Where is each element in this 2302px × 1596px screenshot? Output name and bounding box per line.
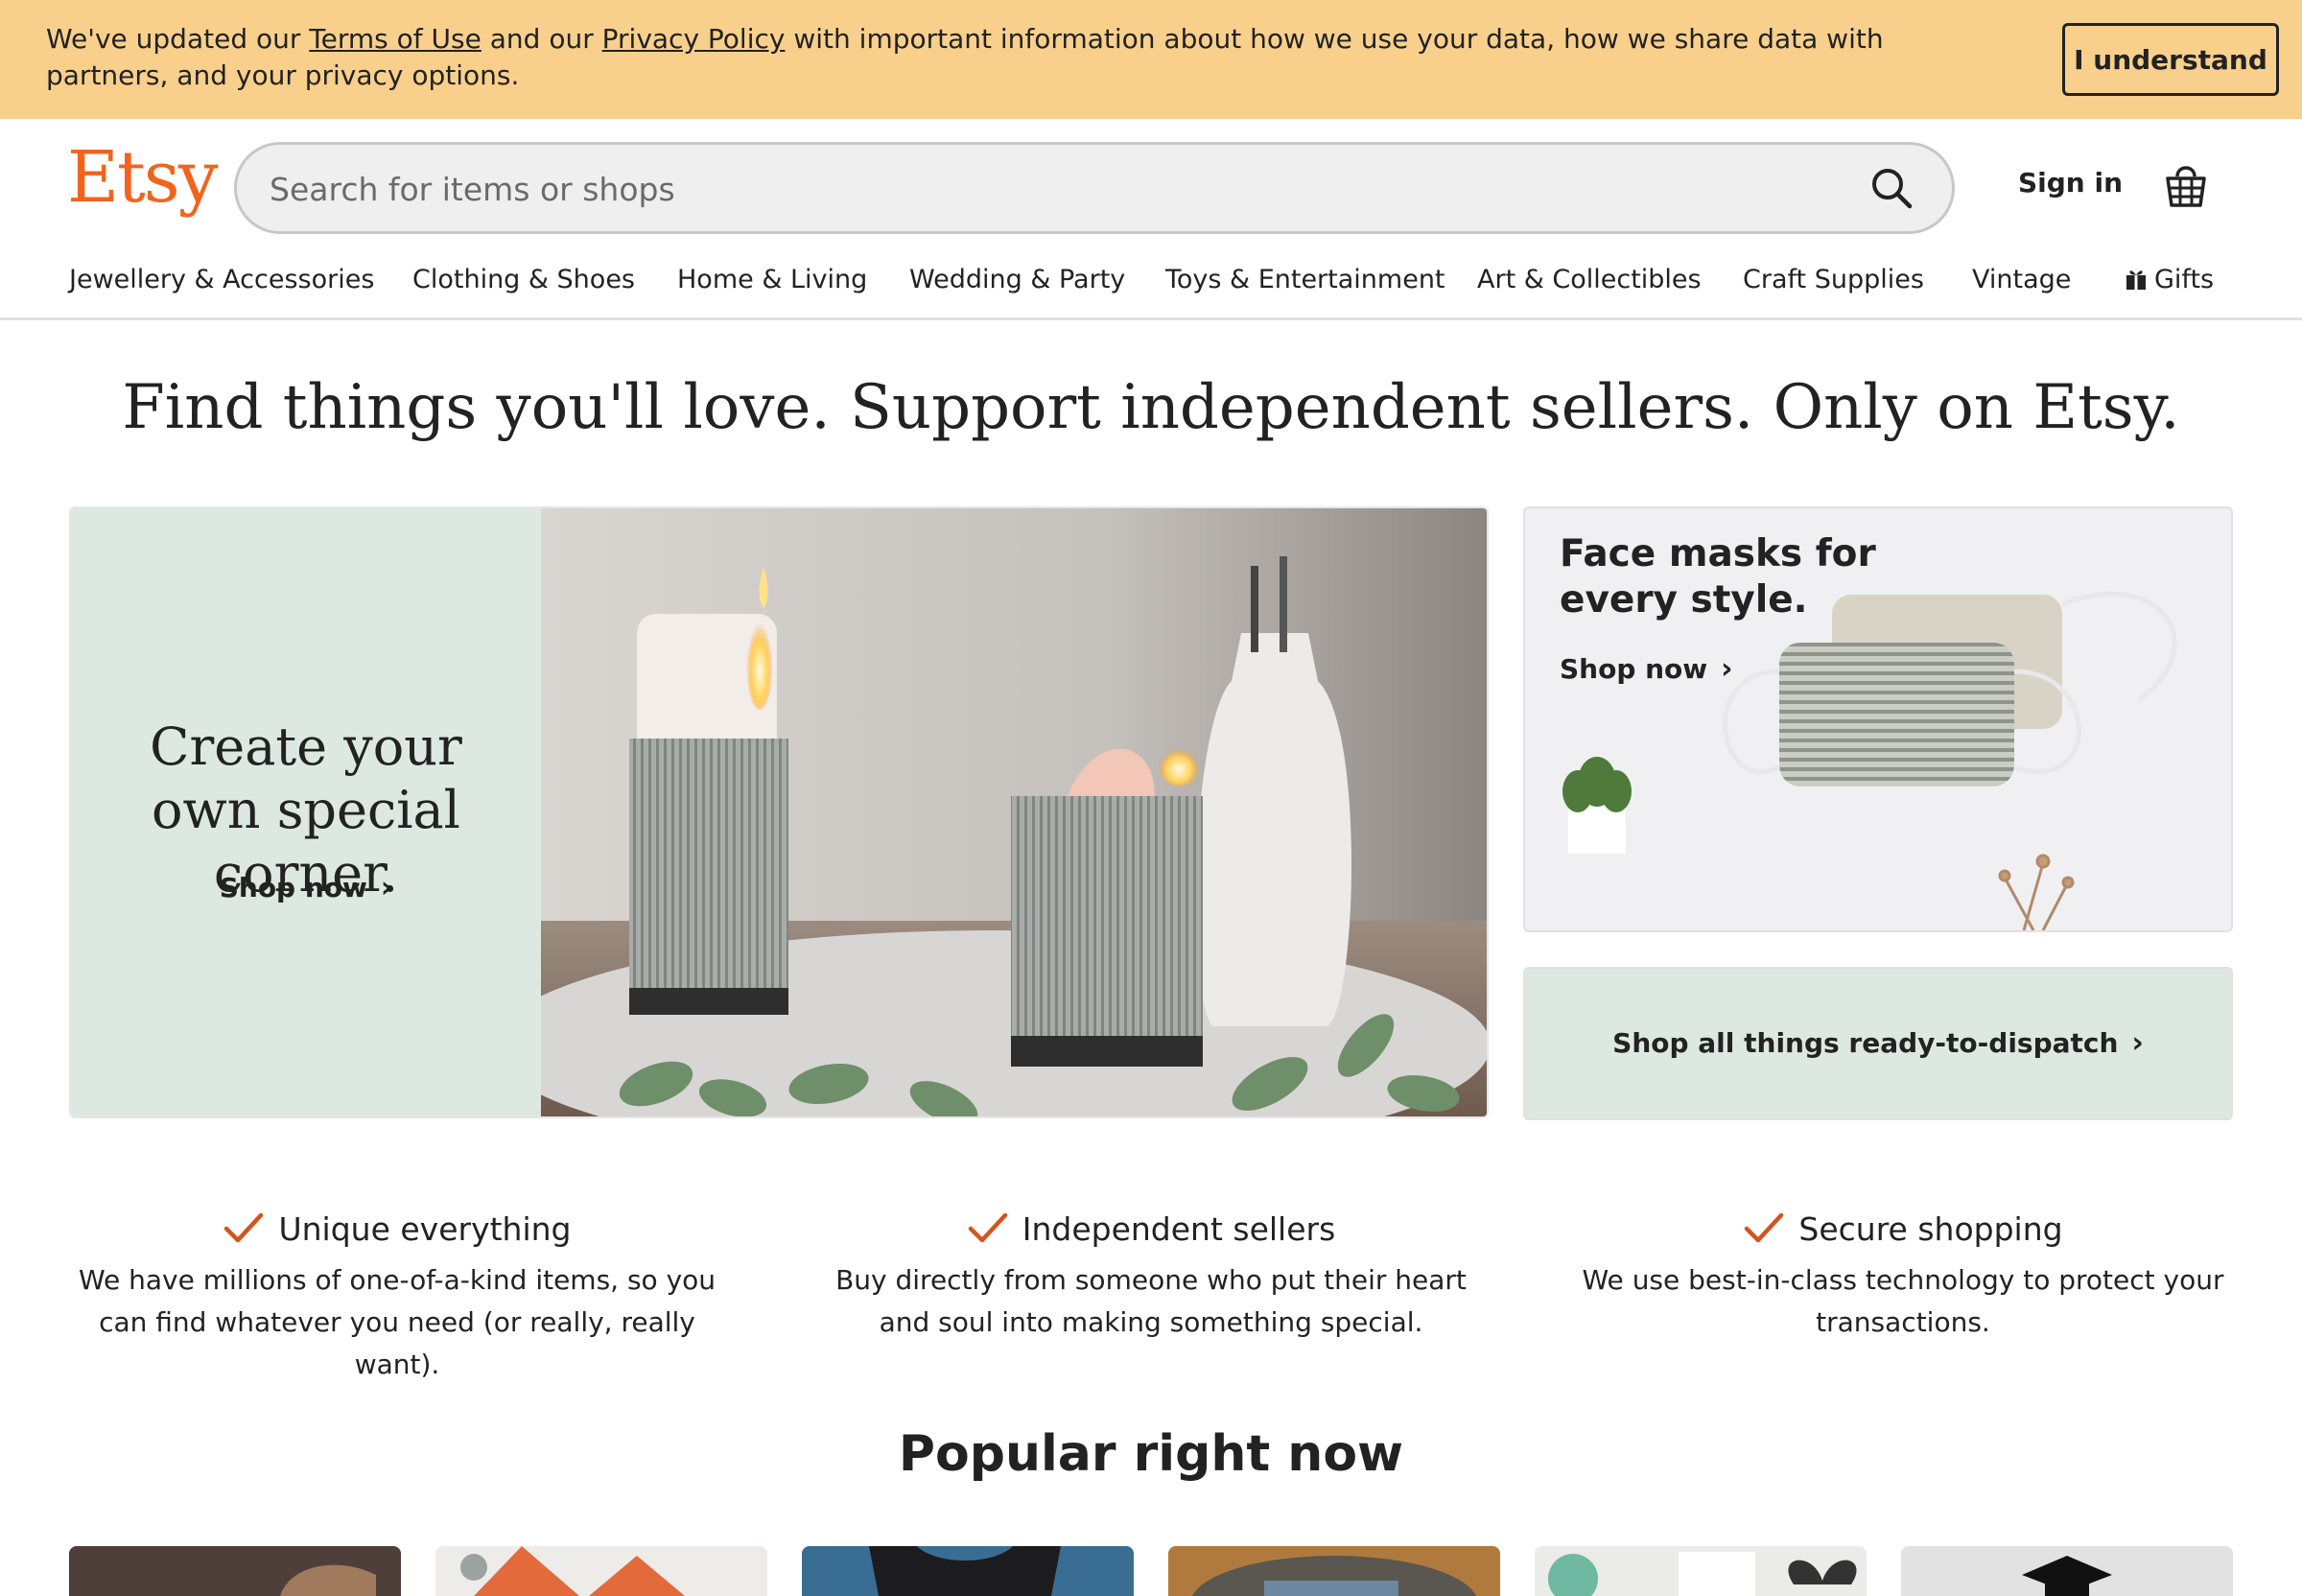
chevron-right-icon: › <box>1721 652 1733 686</box>
candles-photo <box>541 508 1487 1116</box>
popular-item-thumbnail[interactable] <box>69 1546 401 1596</box>
nav-item-clothing[interactable]: Clothing & Shoes <box>412 265 635 294</box>
banner-message: We've updated our Terms of Use and our P… <box>46 21 1984 94</box>
value-prop-title: Independent sellers <box>815 1210 1487 1248</box>
policy-banner: We've updated our Terms of Use and our P… <box>0 0 2302 119</box>
ready-to-dispatch-card[interactable]: Shop all things ready-to-dispatch › <box>1523 967 2233 1120</box>
graduation-cap-photo <box>1901 1546 2233 1596</box>
nav-item-art[interactable]: Art & Collectibles <box>1477 265 1702 294</box>
value-prop-description: We use best-in-class technology to prote… <box>1582 1264 2224 1338</box>
print-pattern-photo <box>435 1546 767 1596</box>
nav-item-gifts[interactable]: Gifts <box>2126 265 2214 294</box>
popular-item-thumbnail[interactable] <box>435 1546 767 1596</box>
shopping-basket-icon[interactable] <box>2164 159 2208 209</box>
nav-item-craft[interactable]: Craft Supplies <box>1743 265 1924 294</box>
page-headline: Find things you'll love. Support indepen… <box>122 372 2180 443</box>
fabric-bag-photo <box>1168 1546 1500 1596</box>
value-prop-secure: Secure shopping We use best-in-class tec… <box>1567 1210 2239 1344</box>
checkmark-icon <box>224 1212 264 1243</box>
gifts-label: Gifts <box>2154 265 2215 294</box>
checkmark-icon <box>1745 1212 1784 1243</box>
value-prop-unique: Unique everything We have millions of on… <box>61 1210 733 1386</box>
face-masks-shop-now-link[interactable]: Shop now › <box>1560 652 1733 686</box>
hero-text-panel: Create your own special corner. Shop now… <box>71 508 541 1116</box>
nav-item-home[interactable]: Home & Living <box>677 265 867 294</box>
gift-icon <box>2126 270 2146 290</box>
face-masks-shop-now-label: Shop now <box>1560 653 1708 685</box>
search-icon[interactable] <box>1867 164 1917 214</box>
ready-to-dispatch-label: Shop all things ready-to-dispatch <box>1612 1027 2119 1059</box>
value-prop-independent: Independent sellers Buy directly from so… <box>815 1210 1487 1344</box>
value-prop-description: We have millions of one-of-a-kind items,… <box>78 1264 716 1380</box>
nav-item-jewellery[interactable]: Jewellery & Accessories <box>69 265 374 294</box>
banner-text-start: We've updated our <box>46 23 310 55</box>
popular-section-title: Popular right now <box>898 1425 1404 1483</box>
tshirt-photo <box>802 1546 1134 1596</box>
hero-shop-now-link[interactable]: Shop now › <box>71 871 541 904</box>
category-nav: Jewellery & Accessories Clothing & Shoes… <box>0 249 2302 320</box>
moon-decor-photo <box>69 1546 401 1596</box>
hero-banner[interactable]: Create your own special corner. Shop now… <box>69 506 1489 1118</box>
hero-shop-now-label: Shop now <box>219 872 367 904</box>
etsy-logo[interactable]: Etsy <box>67 142 219 213</box>
popular-item-thumbnail[interactable] <box>1901 1546 2233 1596</box>
banner-text-middle: and our <box>481 23 602 55</box>
popular-item-thumbnail[interactable] <box>1535 1546 1867 1596</box>
value-prop-description: Buy directly from someone who put their … <box>835 1264 1467 1338</box>
chevron-right-icon: › <box>2131 1026 2144 1060</box>
privacy-policy-link[interactable]: Privacy Policy <box>602 23 786 55</box>
nav-item-wedding[interactable]: Wedding & Party <box>909 265 1125 294</box>
checkmark-icon <box>968 1212 1007 1243</box>
value-prop-title-text: Independent sellers <box>1022 1210 1336 1248</box>
search-input[interactable] <box>270 162 1804 216</box>
chevron-right-icon: › <box>380 871 393 904</box>
value-prop-title: Unique everything <box>61 1210 733 1248</box>
popular-item-thumbnail[interactable] <box>1168 1546 1500 1596</box>
i-understand-button[interactable]: I understand <box>2062 23 2279 96</box>
nav-item-vintage[interactable]: Vintage <box>1972 265 2071 294</box>
value-prop-title-text: Unique everything <box>278 1210 572 1248</box>
value-prop-title-text: Secure shopping <box>1798 1210 2063 1248</box>
face-masks-card[interactable]: Face masks for every style. Shop now › <box>1523 506 2233 932</box>
svg-design-photo <box>1535 1546 1867 1596</box>
search-bar[interactable] <box>234 142 1955 234</box>
value-prop-title: Secure shopping <box>1567 1210 2239 1248</box>
popular-item-thumbnail[interactable] <box>802 1546 1134 1596</box>
terms-of-use-link[interactable]: Terms of Use <box>309 23 482 55</box>
nav-item-toys[interactable]: Toys & Entertainment <box>1165 265 1445 294</box>
sign-in-link[interactable]: Sign in <box>2018 167 2123 199</box>
face-masks-title: Face masks for every style. <box>1560 532 1876 622</box>
